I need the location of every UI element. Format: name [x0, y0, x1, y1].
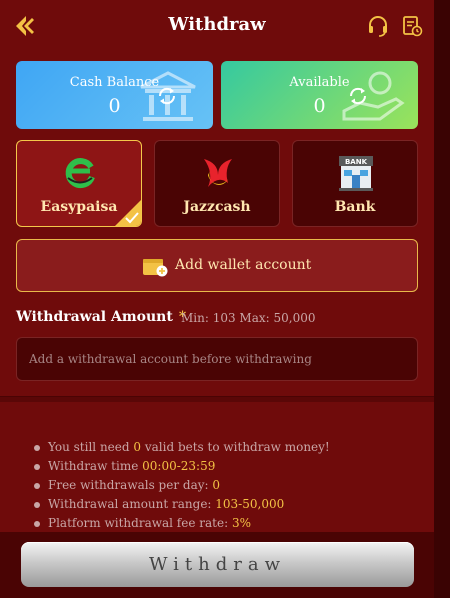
cash-balance-value: 0 — [108, 95, 121, 117]
headset-icon[interactable] — [366, 14, 390, 38]
available-value: 0 — [313, 95, 326, 117]
rule-text: valid bets to withdraw money! — [141, 440, 330, 454]
bank-logo-text: BANK — [345, 158, 368, 166]
section-divider — [0, 396, 434, 402]
method-jazzcash[interactable]: Jazzcash — [154, 140, 280, 227]
amount-title-text: Withdrawal Amount — [16, 309, 173, 325]
rule-text: Free withdrawals per day: — [48, 478, 213, 492]
wallet-add-icon — [143, 259, 168, 277]
available-balance-card: Available 0 — [221, 61, 418, 129]
jazzcash-logo-icon — [204, 159, 232, 187]
rule-text: Withdraw time — [48, 459, 143, 473]
rule-highlight: 103-50,000 — [215, 497, 285, 511]
add-wallet-label: Add wallet account — [175, 257, 312, 273]
method-label: Jazzcash — [183, 199, 251, 215]
refresh-icon[interactable] — [156, 85, 178, 107]
rule-highlight: 3% — [231, 516, 251, 530]
cash-balance-label: Cash Balance — [69, 75, 160, 90]
available-label: Available — [289, 75, 350, 90]
rule-text: Platform withdrawal fee rate: — [48, 516, 232, 530]
rule-highlight: 0 — [212, 478, 220, 492]
easypaisa-logo-icon — [65, 158, 95, 189]
method-easypaisa[interactable]: Easypaisa — [16, 140, 142, 227]
header: Withdraw — [0, 0, 434, 52]
bank-logo-icon: BANK — [339, 156, 373, 191]
cash-balance-card: Cash Balance 0 — [16, 61, 213, 129]
rule-item: Withdrawal amount range: 103-50,000 — [34, 497, 424, 516]
rule-highlight: 0 — [133, 440, 142, 454]
refresh-icon[interactable] — [347, 85, 369, 107]
method-label: Bank — [334, 199, 376, 215]
method-bank[interactable]: BANK Bank — [292, 140, 418, 227]
withdraw-rules: You still need 0 valid bets to withdraw … — [34, 440, 424, 535]
rule-text: Withdrawal amount range: — [48, 497, 216, 511]
rule-text: You still need — [48, 440, 134, 454]
withdraw-button[interactable]: Withdraw — [21, 542, 414, 587]
amount-range-text: Min: 103 Max: 50,000 — [181, 311, 316, 325]
amount-input[interactable] — [16, 337, 418, 381]
rule-highlight: 00:00-23:59 — [142, 459, 216, 473]
checkmark-icon — [125, 212, 139, 224]
rule-item: You still need 0 valid bets to withdraw … — [34, 440, 424, 459]
add-wallet-button[interactable]: Add wallet account — [16, 239, 418, 292]
rule-item: Free withdrawals per day: 0 — [34, 478, 424, 497]
record-list-icon[interactable] — [400, 14, 424, 38]
withdrawal-amount-title: Withdrawal Amount * — [16, 309, 186, 325]
withdraw-page: Withdraw Cash Balance 0 Available 0 Easy… — [0, 0, 434, 598]
scrollbar[interactable] — [434, 0, 450, 598]
rule-item: Withdraw time 00:00-23:59 — [34, 459, 424, 478]
